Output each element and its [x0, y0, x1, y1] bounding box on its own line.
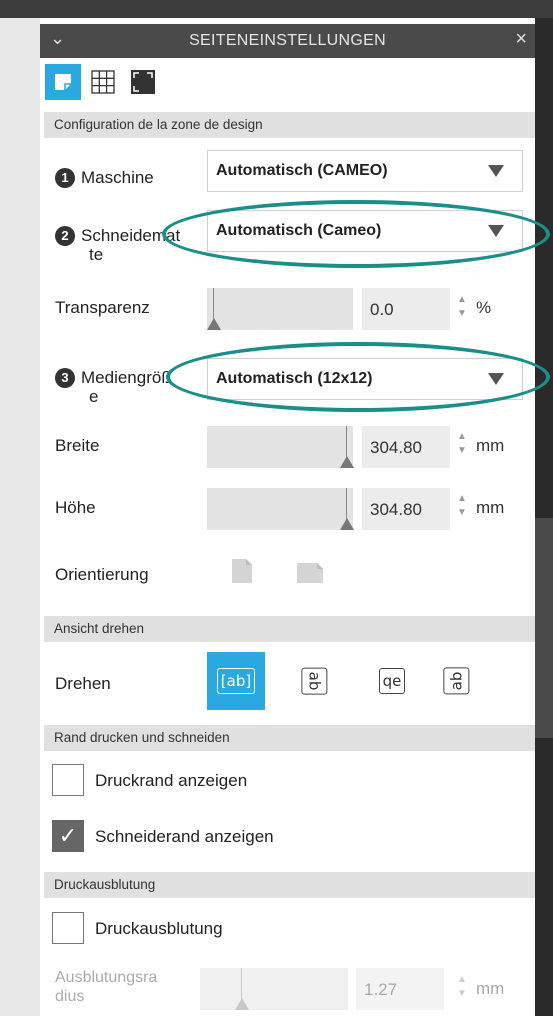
rotate-270-icon: ab — [443, 667, 469, 695]
left-margin — [0, 18, 40, 1016]
step-2-badge: 2 — [55, 226, 75, 246]
bleed-checkbox[interactable] — [52, 912, 84, 944]
transparency-spinner[interactable]: ▲ ▼ — [456, 293, 468, 325]
bleed-radius-spinner[interactable]: ▲ ▼ — [456, 973, 468, 1005]
media-size-label: 3 Mediengröß e — [55, 368, 172, 406]
show-print-border-label: Druckrand anzeigen — [95, 771, 248, 790]
annotation-ellipse-cutting-mat — [162, 200, 550, 268]
panel-title-bar: ⌄ SEITENEINSTELLUNGEN × — [40, 24, 535, 58]
orientation-label: Orientierung — [55, 565, 149, 584]
panel-tabs — [40, 58, 535, 112]
width-label: Breite — [55, 436, 100, 455]
height-input[interactable]: 304.80 — [362, 488, 450, 530]
transparency-slider[interactable] — [207, 288, 353, 330]
bleed-radius-unit: mm — [476, 979, 505, 998]
bleed-radius-input[interactable]: 1.27 — [356, 968, 444, 1010]
rotate-180-icon: qe — [378, 668, 406, 694]
tab-page-setup[interactable] — [45, 64, 81, 100]
rotate-0-button[interactable]: [ab] — [207, 652, 265, 710]
bleed-radius-label: Ausblutungsra dius — [55, 969, 158, 1005]
show-cut-border-checkbox[interactable]: ✓ — [52, 820, 84, 852]
rotate-90-button[interactable]: ab — [285, 652, 343, 710]
width-input[interactable]: 304.80 — [362, 426, 450, 468]
section-header-print-border: Rand drucken und schneiden — [44, 725, 535, 751]
close-icon[interactable]: × — [515, 28, 527, 51]
transparency-unit: % — [476, 298, 492, 317]
panel-title: SEITENEINSTELLUNGEN — [189, 32, 386, 49]
dropdown-arrow-icon — [488, 165, 504, 177]
height-unit: mm — [476, 498, 505, 517]
width-spinner[interactable]: ▲ ▼ — [456, 430, 468, 462]
annotation-ellipse-media-size — [166, 342, 550, 412]
slider-handle[interactable] — [340, 456, 354, 468]
machine-select[interactable]: Automatisch (CAMEO) — [207, 150, 523, 192]
bleed-label: Druckausblutung — [95, 919, 223, 938]
portrait-orientation-icon[interactable] — [230, 558, 254, 584]
section-header-bleed: Druckausblutung — [44, 872, 535, 898]
show-cut-border-label: Schneiderand anzeigen — [95, 827, 274, 846]
bleed-radius-slider[interactable] — [200, 968, 348, 1010]
slider-handle[interactable] — [235, 998, 249, 1010]
transparency-input[interactable]: 0.0 — [362, 288, 450, 330]
page-setup-icon — [55, 74, 71, 90]
tab-registration[interactable] — [125, 64, 161, 100]
width-slider[interactable] — [207, 426, 354, 468]
slider-handle[interactable] — [207, 318, 221, 330]
rotate-270-button[interactable]: ab — [427, 652, 485, 710]
width-unit: mm — [476, 436, 505, 455]
registration-icon — [131, 70, 155, 94]
transparency-label: Transparenz — [55, 298, 150, 317]
scrollbar-thumb[interactable] — [535, 518, 553, 738]
height-slider[interactable] — [207, 488, 354, 530]
show-print-border-checkbox[interactable] — [52, 764, 84, 796]
scrollbar-track[interactable] — [535, 18, 553, 1016]
height-label: Höhe — [55, 498, 96, 517]
grid-icon — [91, 70, 115, 94]
height-spinner[interactable]: ▲ ▼ — [456, 492, 468, 524]
rotate-180-button[interactable]: qe — [363, 652, 421, 710]
slider-handle[interactable] — [340, 518, 354, 530]
rotate-90-icon: ab — [301, 667, 327, 695]
machine-label: 1 Maschine — [55, 168, 154, 188]
machine-value: Automatisch (CAMEO) — [216, 162, 388, 179]
step-1-badge: 1 — [55, 168, 75, 188]
section-header-rotate-view: Ansicht drehen — [44, 616, 535, 642]
app-top-bar — [0, 0, 553, 18]
tab-grid[interactable] — [85, 64, 121, 100]
landscape-orientation-icon[interactable] — [296, 562, 324, 584]
rotate-0-icon: [ab] — [216, 668, 256, 694]
step-3-badge: 3 — [55, 368, 75, 388]
section-header-design-area: Configuration de la zone de design — [44, 112, 535, 138]
rotate-label: Drehen — [55, 674, 111, 693]
